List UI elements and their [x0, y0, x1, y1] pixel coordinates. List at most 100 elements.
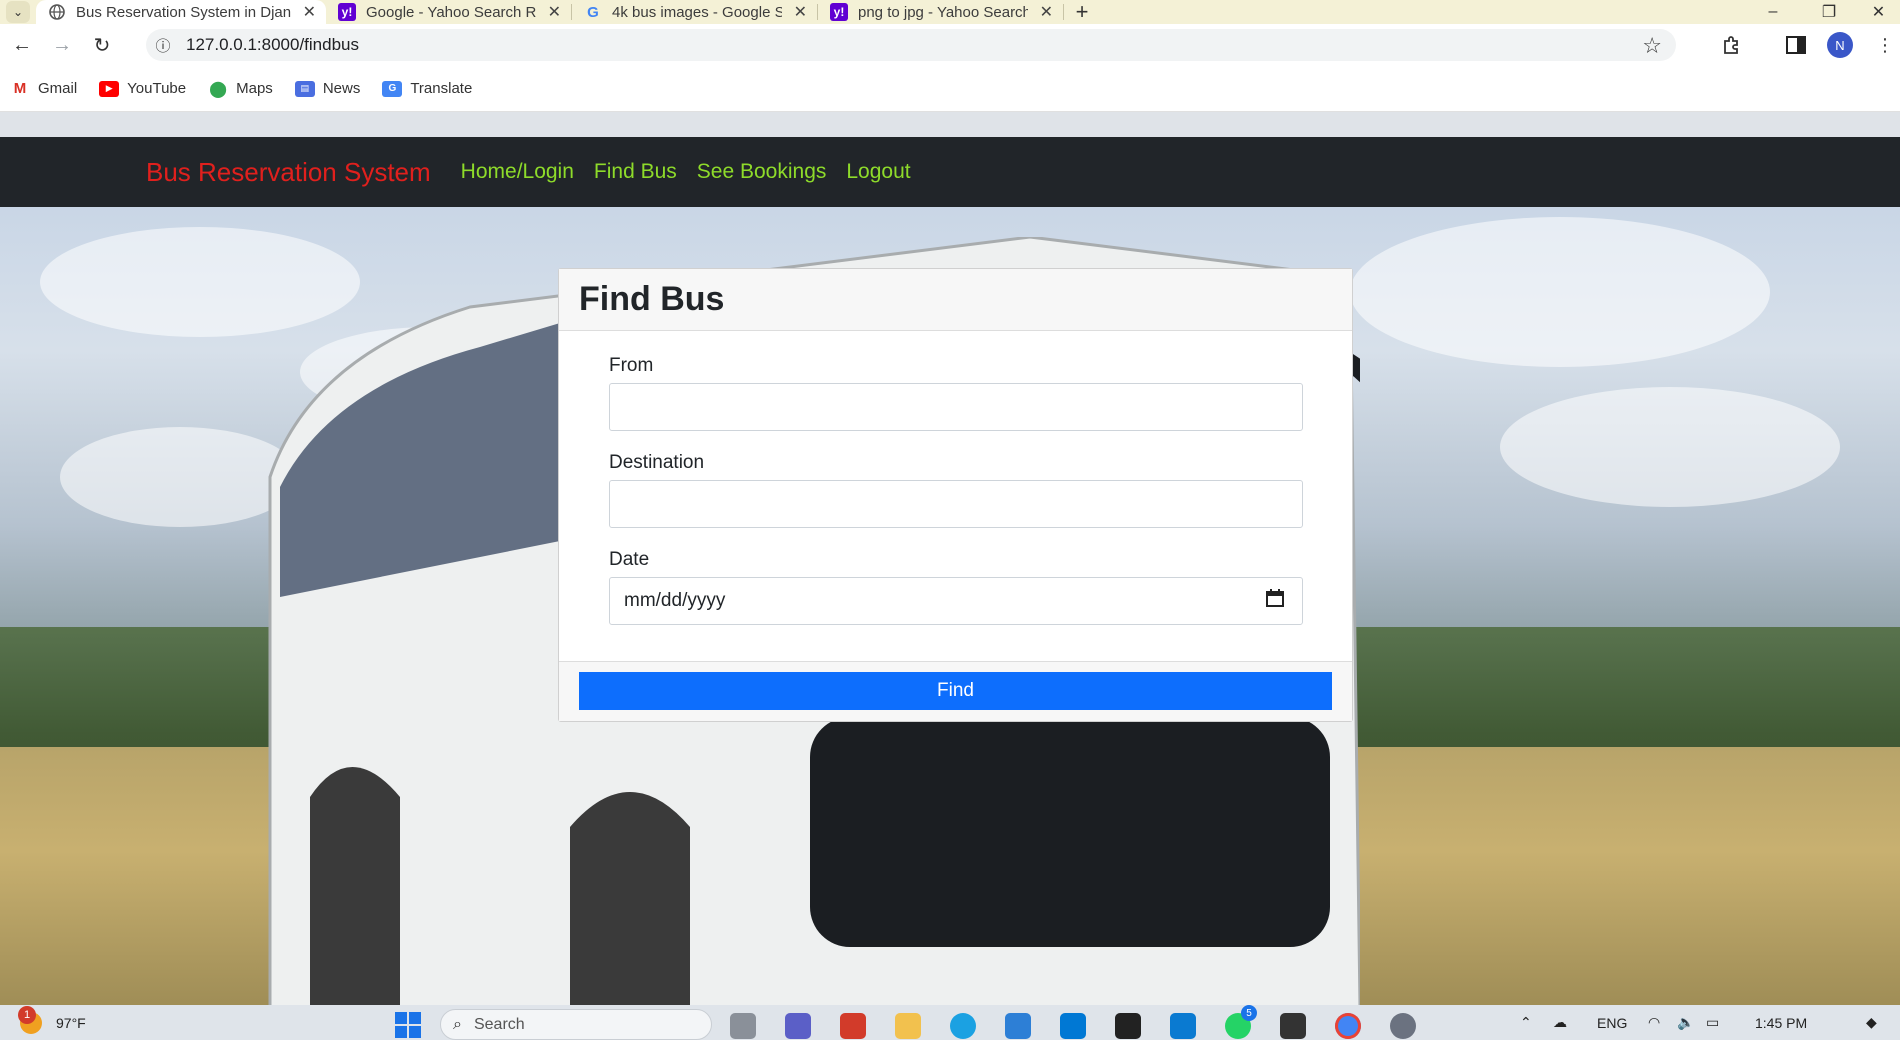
tab-bus-images[interactable]: G 4k bus images - Google Search ✕	[572, 0, 817, 24]
close-icon: ✕	[1871, 4, 1886, 21]
card-header: Find Bus	[559, 269, 1352, 331]
edge-icon[interactable]	[950, 1013, 976, 1039]
reload-button[interactable]: ↻	[84, 27, 120, 63]
bookmark-label: Translate	[410, 80, 473, 97]
nav-logout[interactable]: Logout	[846, 160, 910, 184]
globe-icon	[48, 3, 66, 21]
arrow-right-icon: →	[52, 33, 72, 56]
tab-bus-reservation[interactable]: Bus Reservation System in Djan ✕	[36, 0, 326, 24]
bookmarks-bar: M Gmail ▶ YouTube ⬤ Maps ▤ News G Transl…	[0, 66, 1900, 112]
weather-temperature: 97°F	[56, 1014, 86, 1031]
tab-title: Bus Reservation System in Djan	[76, 3, 291, 21]
destination-input[interactable]	[609, 480, 1303, 528]
from-field-group: From	[609, 355, 1303, 431]
app-icon[interactable]	[1060, 1013, 1086, 1039]
browser-toolbar: ← → ↻ ⓘ 127.0.0.1:8000/findbus ☆ N ⋮	[0, 24, 1900, 66]
bookmark-label: News	[322, 80, 361, 97]
store-icon[interactable]	[1005, 1013, 1031, 1039]
windows-start-icon[interactable]	[395, 1012, 421, 1038]
translate-icon: G	[382, 80, 403, 97]
bookmark-label: Maps	[236, 80, 273, 97]
copilot-icon[interactable]: ◆	[1866, 1005, 1877, 1040]
wifi-icon[interactable]: ◠	[1648, 1005, 1660, 1040]
date-field-group: Date mm/dd/yyyy	[609, 549, 1303, 625]
site-brand[interactable]: Bus Reservation System	[146, 157, 431, 188]
close-icon[interactable]: ✕	[1040, 2, 1053, 22]
close-icon[interactable]: ✕	[548, 2, 561, 22]
tab-search-button[interactable]: ⌄	[0, 0, 36, 24]
destination-label: Destination	[609, 452, 705, 473]
restore-icon: ❐	[1821, 4, 1837, 21]
tab-title: 4k bus images - Google Search	[612, 3, 782, 21]
new-tab-button[interactable]: +	[1064, 0, 1100, 25]
find-button[interactable]: Find	[579, 672, 1332, 710]
tab-title: png to jpg - Yahoo Search Resu	[858, 3, 1028, 21]
card-title: Find Bus	[579, 280, 725, 318]
vscode-icon[interactable]	[1170, 1013, 1196, 1039]
destination-field-group: Destination	[609, 452, 1303, 528]
from-input[interactable]	[609, 383, 1303, 431]
whatsapp-icon[interactable]: 5	[1225, 1005, 1257, 1039]
from-label: From	[609, 355, 654, 376]
search-icon: ⌕	[453, 1015, 462, 1033]
yahoo-icon: y!	[338, 3, 356, 21]
site-info-icon[interactable]: ⓘ	[146, 35, 180, 56]
bookmark-maps[interactable]: ⬤ Maps	[208, 80, 273, 98]
gmail-icon: M	[13, 80, 27, 97]
news-icon: ▤	[294, 80, 315, 97]
find-bus-card: Find Bus From Destination Date mm/dd/yyy…	[558, 268, 1353, 722]
tab-png-to-jpg[interactable]: y! png to jpg - Yahoo Search Resu ✕	[818, 0, 1063, 24]
menu-dots-icon[interactable]: ⋮	[1872, 32, 1898, 58]
bookmark-gmail[interactable]: M Gmail	[10, 80, 77, 97]
gmail-app-icon[interactable]	[840, 1013, 866, 1039]
calendar-icon[interactable]	[1266, 589, 1284, 613]
restore-button[interactable]: ❐	[1801, 0, 1857, 24]
forward-button[interactable]: →	[44, 27, 80, 63]
extensions-icon[interactable]	[1718, 32, 1744, 58]
address-bar[interactable]: ⓘ 127.0.0.1:8000/findbus ☆	[146, 29, 1676, 61]
teams-icon[interactable]	[785, 1013, 811, 1039]
tab-google-yahoo[interactable]: y! Google - Yahoo Search Results ✕	[326, 0, 571, 24]
task-view-icon[interactable]	[730, 1013, 756, 1039]
star-icon[interactable]: ☆	[1642, 33, 1662, 59]
bookmark-news[interactable]: ▤ News	[294, 80, 361, 97]
bookmark-translate[interactable]: G Translate	[382, 80, 472, 97]
weather-badge: 1	[18, 1005, 36, 1024]
close-icon[interactable]: ✕	[303, 2, 316, 22]
language-indicator[interactable]: ENG	[1597, 1005, 1627, 1040]
yahoo-icon: y!	[830, 3, 848, 21]
nav-home-login[interactable]: Home/Login	[461, 160, 574, 184]
side-panel-icon[interactable]	[1783, 32, 1809, 58]
profile-avatar[interactable]: N	[1827, 32, 1853, 58]
tray-cloud-icon[interactable]: ☁	[1553, 1005, 1567, 1040]
github-icon[interactable]	[1115, 1013, 1141, 1039]
date-input-value: mm/dd/yyyy	[624, 590, 726, 611]
back-button[interactable]: ←	[4, 27, 40, 63]
tab-title: Google - Yahoo Search Results	[366, 3, 536, 21]
tray-chevron-up-icon[interactable]: ⌃	[1520, 1005, 1532, 1040]
nav-see-bookings[interactable]: See Bookings	[697, 160, 827, 184]
file-explorer-icon[interactable]	[895, 1013, 921, 1039]
terminal-icon[interactable]	[1280, 1013, 1306, 1039]
battery-icon[interactable]: ▭	[1706, 1005, 1719, 1040]
taskbar-search-placeholder: Search	[473, 1015, 525, 1033]
close-window-button[interactable]: ✕	[1857, 0, 1900, 24]
minimize-button[interactable]: –	[1745, 0, 1801, 24]
date-input[interactable]: mm/dd/yyyy	[609, 577, 1303, 625]
clock-time[interactable]: 1:45 PM	[1755, 1005, 1807, 1040]
whatsapp-badge: 5	[1241, 1005, 1257, 1021]
close-icon[interactable]: ✕	[794, 2, 807, 22]
bookmark-youtube[interactable]: ▶ YouTube	[99, 80, 186, 97]
nav-find-bus[interactable]: Find Bus	[594, 160, 677, 184]
settings-gear-icon[interactable]	[1390, 1013, 1416, 1039]
weather-widget[interactable]: 1 97°F	[18, 1005, 86, 1040]
url-text: 127.0.0.1:8000/findbus	[186, 35, 359, 54]
plus-icon: +	[1075, 0, 1089, 24]
chrome-icon[interactable]	[1335, 1013, 1361, 1039]
windows-taskbar: 1 97°F ⌕ Search 5 ⌃ ☁ ENG ◠ 🔈 ▭ 1:45 PM …	[0, 1005, 1900, 1040]
taskbar-search[interactable]: ⌕ Search	[440, 1009, 712, 1040]
google-icon: G	[587, 3, 599, 21]
maps-icon: ⬤	[209, 80, 228, 98]
speaker-muted-icon[interactable]: 🔈	[1677, 1005, 1694, 1040]
reload-icon: ↻	[93, 34, 111, 57]
